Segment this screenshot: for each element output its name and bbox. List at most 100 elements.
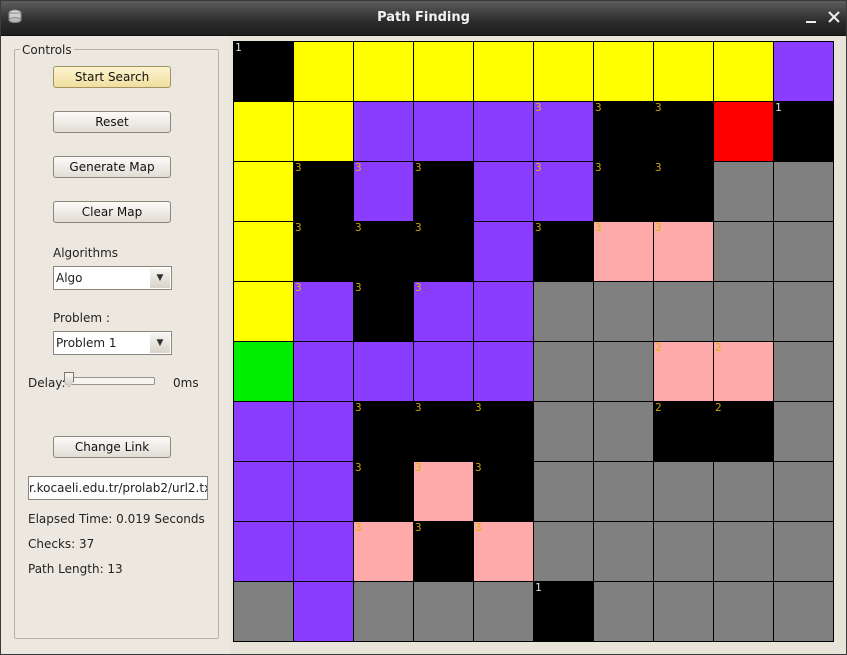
grid-cell[interactable]: 3 bbox=[354, 162, 414, 222]
grid-cell[interactable] bbox=[774, 462, 834, 522]
grid-cell[interactable]: 3 bbox=[294, 222, 354, 282]
grid-cell[interactable] bbox=[234, 342, 294, 402]
grid-cell[interactable] bbox=[714, 162, 774, 222]
grid-cell[interactable]: 3 bbox=[534, 102, 594, 162]
grid-cell[interactable] bbox=[774, 522, 834, 582]
minimize-icon[interactable] bbox=[803, 9, 819, 25]
grid-cell[interactable] bbox=[714, 462, 774, 522]
grid-cell[interactable]: 3 bbox=[594, 162, 654, 222]
grid-cell[interactable] bbox=[534, 522, 594, 582]
grid-cell[interactable] bbox=[354, 342, 414, 402]
grid-cell[interactable] bbox=[414, 102, 474, 162]
grid-cell[interactable]: 1 bbox=[234, 42, 294, 102]
grid-cell[interactable]: 3 bbox=[594, 102, 654, 162]
grid-cell[interactable] bbox=[294, 42, 354, 102]
close-icon[interactable] bbox=[826, 9, 842, 25]
grid-cell[interactable] bbox=[294, 102, 354, 162]
grid-cell[interactable] bbox=[474, 282, 534, 342]
grid-cell[interactable] bbox=[774, 342, 834, 402]
title-bar[interactable]: Path Finding bbox=[1, 1, 846, 36]
grid-cell[interactable] bbox=[234, 282, 294, 342]
grid-cell[interactable] bbox=[474, 582, 534, 642]
grid-cell[interactable] bbox=[594, 582, 654, 642]
grid-cell[interactable] bbox=[234, 402, 294, 462]
grid-cell[interactable] bbox=[654, 282, 714, 342]
grid-cell[interactable]: 3 bbox=[654, 102, 714, 162]
grid-cell[interactable]: 3 bbox=[654, 222, 714, 282]
grid-cell[interactable] bbox=[474, 42, 534, 102]
grid-cell[interactable] bbox=[714, 522, 774, 582]
grid-cell[interactable] bbox=[414, 582, 474, 642]
grid-cell[interactable]: 3 bbox=[414, 522, 474, 582]
grid-cell[interactable]: 3 bbox=[414, 402, 474, 462]
grid-cell[interactable] bbox=[474, 102, 534, 162]
grid-cell[interactable]: 3 bbox=[474, 402, 534, 462]
grid-cell[interactable]: 2 bbox=[654, 342, 714, 402]
grid-cell[interactable]: 3 bbox=[534, 222, 594, 282]
grid-cell[interactable] bbox=[594, 462, 654, 522]
grid-cell[interactable]: 3 bbox=[354, 462, 414, 522]
path-grid[interactable]: 1 3 3 3 1 3 3 3 3 3 3 3 3 3 3 3 3 3 3 3 2 2 3 3 3 2 2 3 3 3 3 3 3 1 bbox=[233, 41, 834, 642]
grid-cell[interactable] bbox=[534, 402, 594, 462]
grid-cell[interactable] bbox=[234, 582, 294, 642]
grid-cell[interactable]: 2 bbox=[714, 402, 774, 462]
grid-cell[interactable] bbox=[594, 282, 654, 342]
start-search-button[interactable]: Start Search bbox=[53, 66, 171, 88]
grid-cell[interactable]: 3 bbox=[414, 162, 474, 222]
grid-cell[interactable] bbox=[474, 162, 534, 222]
grid-cell[interactable] bbox=[594, 342, 654, 402]
grid-cell[interactable]: 1 bbox=[774, 102, 834, 162]
grid-cell[interactable] bbox=[534, 282, 594, 342]
grid-cell[interactable] bbox=[774, 162, 834, 222]
reset-button[interactable]: Reset bbox=[53, 111, 171, 133]
grid-cell[interactable]: 3 bbox=[594, 222, 654, 282]
grid-cell[interactable] bbox=[714, 282, 774, 342]
grid-cell[interactable]: 3 bbox=[354, 282, 414, 342]
grid-cell[interactable] bbox=[234, 102, 294, 162]
grid-cell[interactable] bbox=[714, 582, 774, 642]
grid-cell[interactable] bbox=[294, 342, 354, 402]
grid-cell[interactable] bbox=[534, 462, 594, 522]
grid-cell[interactable] bbox=[294, 462, 354, 522]
grid-cell[interactable]: 3 bbox=[474, 522, 534, 582]
grid-cell[interactable]: 3 bbox=[294, 282, 354, 342]
grid-cell[interactable] bbox=[294, 522, 354, 582]
grid-cell[interactable] bbox=[474, 342, 534, 402]
grid-cell[interactable]: 3 bbox=[534, 162, 594, 222]
grid-cell[interactable] bbox=[654, 42, 714, 102]
grid-cell[interactable] bbox=[414, 342, 474, 402]
grid-cell[interactable] bbox=[474, 222, 534, 282]
grid-cell[interactable] bbox=[594, 402, 654, 462]
grid-cell[interactable] bbox=[234, 462, 294, 522]
grid-cell[interactable] bbox=[654, 582, 714, 642]
grid-cell[interactable]: 3 bbox=[354, 522, 414, 582]
chevron-down-icon[interactable]: ▼ bbox=[150, 268, 170, 288]
grid-cell[interactable] bbox=[354, 102, 414, 162]
chevron-down-icon[interactable]: ▼ bbox=[150, 333, 170, 353]
grid-cell[interactable]: 2 bbox=[714, 342, 774, 402]
grid-cell[interactable] bbox=[534, 42, 594, 102]
grid-cell[interactable] bbox=[234, 162, 294, 222]
grid-cell[interactable]: 3 bbox=[654, 162, 714, 222]
grid-cell[interactable] bbox=[294, 402, 354, 462]
grid-cell[interactable] bbox=[774, 42, 834, 102]
grid-cell[interactable] bbox=[534, 342, 594, 402]
grid-cell[interactable]: 3 bbox=[414, 462, 474, 522]
grid-cell[interactable] bbox=[714, 42, 774, 102]
grid-cell[interactable] bbox=[594, 522, 654, 582]
grid-cell[interactable] bbox=[774, 582, 834, 642]
grid-cell[interactable]: 3 bbox=[474, 462, 534, 522]
grid-cell[interactable] bbox=[594, 42, 654, 102]
grid-cell[interactable] bbox=[774, 282, 834, 342]
clear-map-button[interactable]: Clear Map bbox=[53, 201, 171, 223]
grid-cell[interactable] bbox=[234, 522, 294, 582]
grid-cell[interactable] bbox=[714, 102, 774, 162]
delay-slider-track[interactable] bbox=[65, 377, 155, 385]
problem-select[interactable]: Problem 1 ▼ bbox=[53, 331, 172, 355]
link-field[interactable]: r.kocaeli.edu.tr/prolab2/url2.txt bbox=[28, 476, 208, 500]
grid-cell[interactable] bbox=[714, 222, 774, 282]
grid-cell[interactable] bbox=[774, 222, 834, 282]
grid-cell[interactable]: 3 bbox=[294, 162, 354, 222]
grid-cell[interactable] bbox=[294, 582, 354, 642]
change-link-button[interactable]: Change Link bbox=[53, 436, 171, 458]
